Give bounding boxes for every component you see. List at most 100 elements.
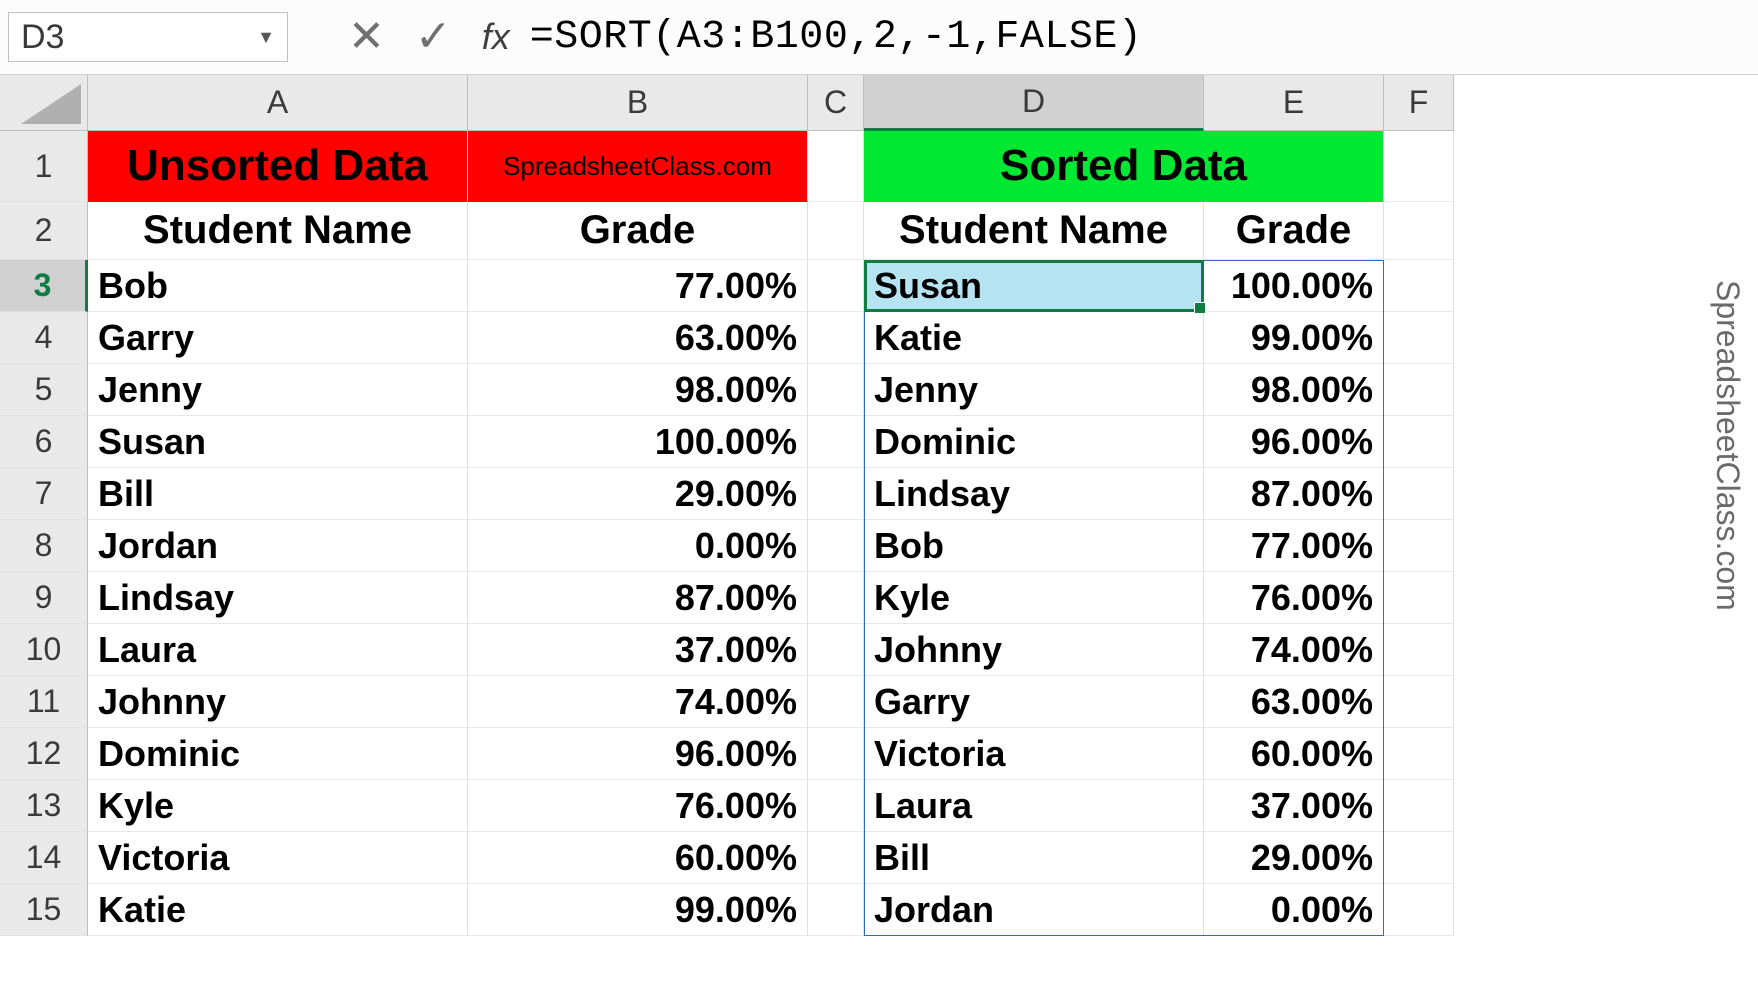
row-header-5[interactable]: 5	[0, 364, 88, 416]
row-header-1[interactable]: 1	[0, 131, 88, 202]
unsorted-col-grade[interactable]: Grade	[468, 202, 808, 260]
row-header-15[interactable]: 15	[0, 884, 88, 936]
cell-C[interactable]	[808, 728, 864, 780]
row-header-12[interactable]: 12	[0, 728, 88, 780]
cell-C[interactable]	[808, 832, 864, 884]
row-header-6[interactable]: 6	[0, 416, 88, 468]
sorted-col-name[interactable]: Student Name	[864, 202, 1204, 260]
cell-F[interactable]	[1384, 468, 1454, 520]
sorted-title[interactable]: Sorted Data	[864, 131, 1384, 202]
row-header-9[interactable]: 9	[0, 572, 88, 624]
unsorted-name[interactable]: Jordan	[88, 520, 468, 572]
cell-F[interactable]	[1384, 728, 1454, 780]
unsorted-grade[interactable]: 0.00%	[468, 520, 808, 572]
sorted-name[interactable]: Johnny	[864, 624, 1204, 676]
sorted-grade[interactable]: 74.00%	[1204, 624, 1384, 676]
sorted-col-grade[interactable]: Grade	[1204, 202, 1384, 260]
sorted-name[interactable]: Laura	[864, 780, 1204, 832]
cell-F[interactable]	[1384, 676, 1454, 728]
sorted-name[interactable]: Susan	[864, 260, 1204, 312]
cell-C[interactable]	[808, 780, 864, 832]
sorted-grade[interactable]: 60.00%	[1204, 728, 1384, 780]
sorted-grade[interactable]: 87.00%	[1204, 468, 1384, 520]
cell-F[interactable]	[1384, 832, 1454, 884]
unsorted-name[interactable]: Katie	[88, 884, 468, 936]
col-header-D[interactable]: D	[864, 75, 1204, 131]
unsorted-grade[interactable]: 99.00%	[468, 884, 808, 936]
unsorted-title[interactable]: Unsorted Data	[88, 131, 468, 202]
unsorted-grade[interactable]: 76.00%	[468, 780, 808, 832]
unsorted-name[interactable]: Victoria	[88, 832, 468, 884]
sorted-grade[interactable]: 98.00%	[1204, 364, 1384, 416]
unsorted-name[interactable]: Garry	[88, 312, 468, 364]
sorted-name[interactable]: Garry	[864, 676, 1204, 728]
unsorted-grade[interactable]: 37.00%	[468, 624, 808, 676]
name-box[interactable]: D3 ▼	[8, 12, 288, 62]
unsorted-grade[interactable]: 29.00%	[468, 468, 808, 520]
sorted-grade[interactable]: 63.00%	[1204, 676, 1384, 728]
sorted-grade[interactable]: 100.00%	[1204, 260, 1384, 312]
cell-F[interactable]	[1384, 884, 1454, 936]
row-header-2[interactable]: 2	[0, 202, 88, 260]
cell-F[interactable]	[1384, 780, 1454, 832]
unsorted-name[interactable]: Laura	[88, 624, 468, 676]
sorted-name[interactable]: Bill	[864, 832, 1204, 884]
cell-F2[interactable]	[1384, 202, 1454, 260]
sorted-grade[interactable]: 77.00%	[1204, 520, 1384, 572]
unsorted-name[interactable]: Dominic	[88, 728, 468, 780]
sorted-grade[interactable]: 37.00%	[1204, 780, 1384, 832]
unsorted-name[interactable]: Bob	[88, 260, 468, 312]
sorted-name[interactable]: Victoria	[864, 728, 1204, 780]
cell-C[interactable]	[808, 416, 864, 468]
unsorted-name[interactable]: Susan	[88, 416, 468, 468]
unsorted-col-name[interactable]: Student Name	[88, 202, 468, 260]
sorted-name[interactable]: Jordan	[864, 884, 1204, 936]
cell-C[interactable]	[808, 364, 864, 416]
cell-F[interactable]	[1384, 572, 1454, 624]
col-header-C[interactable]: C	[808, 75, 864, 131]
col-header-B[interactable]: B	[468, 75, 808, 131]
confirm-icon[interactable]: ✓	[415, 15, 452, 59]
unsorted-grade[interactable]: 100.00%	[468, 416, 808, 468]
cell-C1[interactable]	[808, 131, 864, 202]
unsorted-name[interactable]: Kyle	[88, 780, 468, 832]
cancel-icon[interactable]: ✕	[348, 15, 385, 59]
sorted-name[interactable]: Kyle	[864, 572, 1204, 624]
row-header-11[interactable]: 11	[0, 676, 88, 728]
sorted-grade[interactable]: 0.00%	[1204, 884, 1384, 936]
unsorted-name[interactable]: Jenny	[88, 364, 468, 416]
unsorted-grade[interactable]: 87.00%	[468, 572, 808, 624]
sorted-grade[interactable]: 76.00%	[1204, 572, 1384, 624]
unsorted-name[interactable]: Johnny	[88, 676, 468, 728]
unsorted-grade[interactable]: 60.00%	[468, 832, 808, 884]
sorted-name[interactable]: Jenny	[864, 364, 1204, 416]
cell-C[interactable]	[808, 468, 864, 520]
row-header-4[interactable]: 4	[0, 312, 88, 364]
cell-C[interactable]	[808, 884, 864, 936]
cell-C[interactable]	[808, 312, 864, 364]
sorted-name[interactable]: Katie	[864, 312, 1204, 364]
row-header-7[interactable]: 7	[0, 468, 88, 520]
unsorted-grade[interactable]: 63.00%	[468, 312, 808, 364]
col-header-F[interactable]: F	[1384, 75, 1454, 131]
formula-input[interactable]: =SORT(A3:B100,2,-1,FALSE)	[530, 15, 1758, 60]
cell-C[interactable]	[808, 572, 864, 624]
unsorted-grade[interactable]: 96.00%	[468, 728, 808, 780]
sorted-grade[interactable]: 99.00%	[1204, 312, 1384, 364]
chevron-down-icon[interactable]: ▼	[257, 27, 275, 48]
cell-F[interactable]	[1384, 416, 1454, 468]
select-all-corner[interactable]	[0, 75, 88, 131]
unsorted-grade[interactable]: 98.00%	[468, 364, 808, 416]
sorted-name[interactable]: Lindsay	[864, 468, 1204, 520]
unsorted-grade[interactable]: 77.00%	[468, 260, 808, 312]
cell-C[interactable]	[808, 676, 864, 728]
cell-F[interactable]	[1384, 624, 1454, 676]
cell-F1[interactable]	[1384, 131, 1454, 202]
fx-label[interactable]: fx	[482, 16, 510, 58]
grid[interactable]: Unsorted Data SpreadsheetClass.com Sorte…	[88, 131, 1454, 936]
cell-F[interactable]	[1384, 260, 1454, 312]
cell-F[interactable]	[1384, 520, 1454, 572]
attribution[interactable]: SpreadsheetClass.com	[468, 131, 808, 202]
unsorted-name[interactable]: Bill	[88, 468, 468, 520]
cell-C[interactable]	[808, 260, 864, 312]
